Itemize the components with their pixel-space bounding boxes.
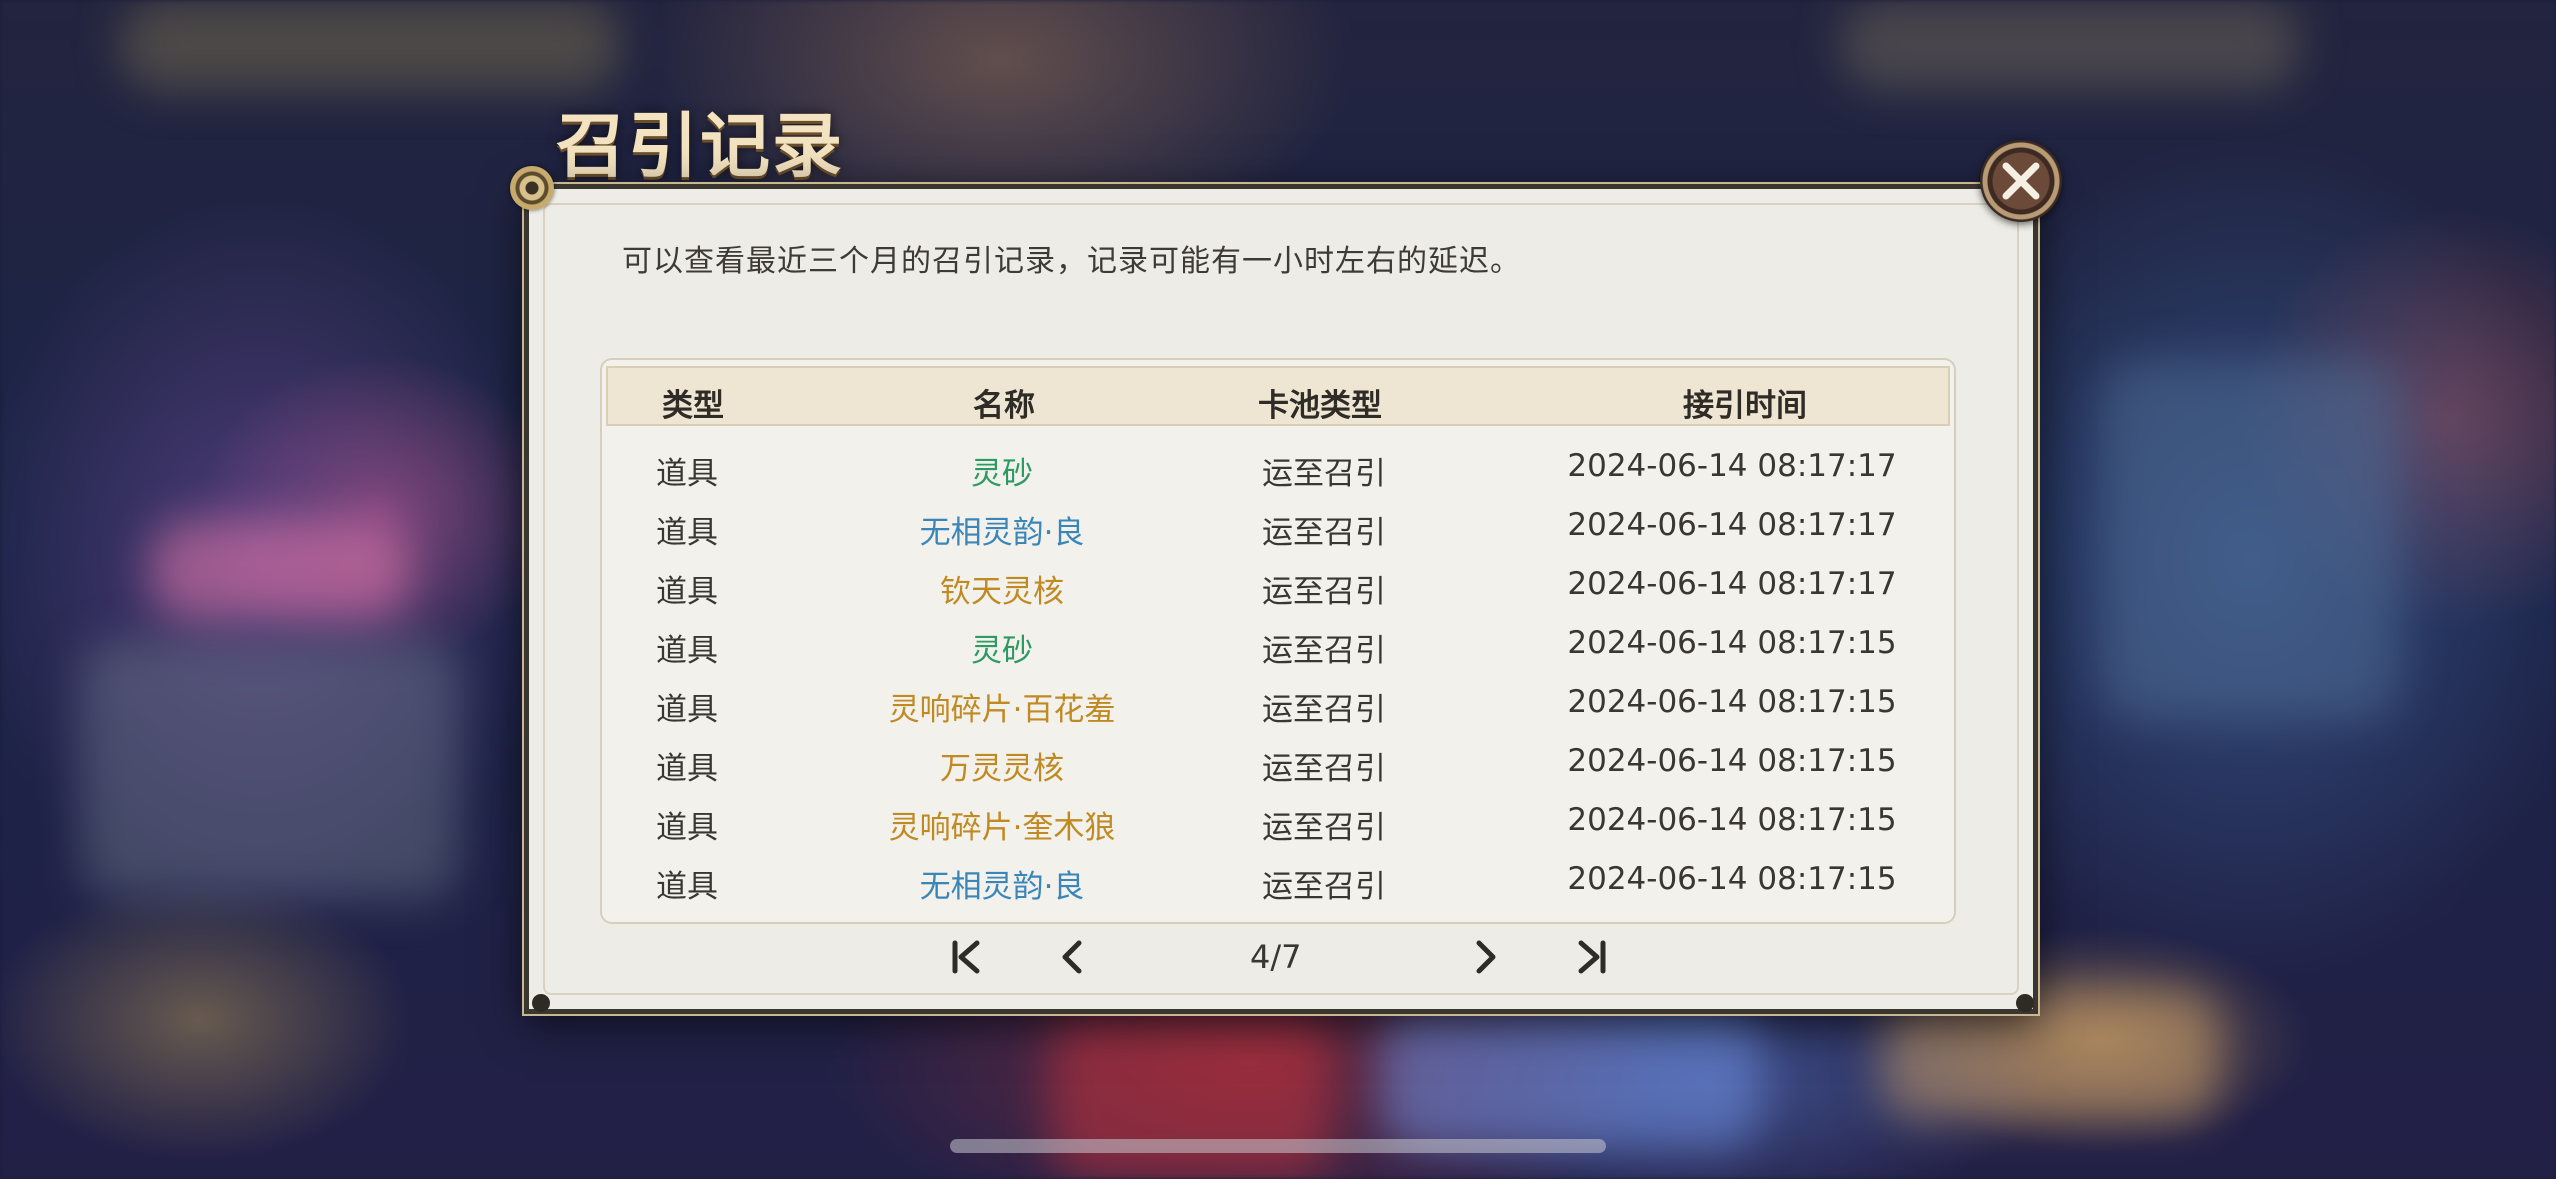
row-pool-type: 运至召引 (1262, 810, 1386, 846)
row-item-name: 无相灵韵·良 (919, 869, 1085, 905)
medallion-ornament-icon (510, 166, 554, 210)
history-hint-text: 可以查看最近三个月的召引记录，记录可能有一小时左右的延迟。 (622, 244, 1521, 279)
row-item-name: 灵砂 (971, 456, 1033, 492)
last-page-button[interactable] (1570, 932, 1614, 982)
row-item-name: 灵响碎片·百花羞 (888, 692, 1116, 728)
table-row: 道具 灵砂 运至召引 2024-06-14 08:17:15 (602, 615, 1954, 673)
row-item-name: 灵响碎片·奎木狼 (888, 810, 1116, 846)
page-indicator: 4/7 (1250, 938, 1302, 976)
row-pool-type: 运至召引 (1262, 574, 1386, 610)
header-time: 接引时间 (1683, 388, 1807, 424)
row-time: 2024-06-14 08:17:15 (1567, 861, 1897, 897)
row-type: 道具 (656, 574, 718, 610)
table-row: 道具 无相灵韵·良 运至召引 2024-06-14 08:17:17 (602, 497, 1954, 555)
row-item-name: 无相灵韵·良 (919, 515, 1085, 551)
row-type: 道具 (656, 633, 718, 669)
header-type: 类型 (662, 388, 724, 424)
row-type: 道具 (656, 869, 718, 905)
row-time: 2024-06-14 08:17:17 (1567, 448, 1897, 484)
row-pool-type: 运至召引 (1262, 633, 1386, 669)
corner-ornament-bottom-right (2016, 994, 2034, 1012)
home-indicator[interactable] (950, 1139, 1606, 1153)
first-page-icon (952, 940, 980, 974)
prev-page-button[interactable] (1050, 932, 1094, 982)
row-type: 道具 (656, 810, 718, 846)
row-time: 2024-06-14 08:17:15 (1567, 684, 1897, 720)
row-type: 道具 (656, 456, 718, 492)
last-page-icon (1578, 940, 1606, 974)
close-icon (2002, 162, 2040, 200)
row-item-name: 万灵灵核 (940, 751, 1064, 787)
table-header: 类型 名称 卡池类型 接引时间 (606, 366, 1950, 426)
row-pool-type: 运至召引 (1262, 692, 1386, 728)
row-pool-type: 运至召引 (1262, 869, 1386, 905)
table-row: 道具 灵响碎片·百花羞 运至召引 2024-06-14 08:17:15 (602, 674, 1954, 732)
close-button[interactable] (1980, 140, 2062, 222)
row-item-name: 灵砂 (971, 633, 1033, 669)
summon-record-table: 类型 名称 卡池类型 接引时间 道具 灵砂 运至召引 2024-06-14 08… (600, 358, 1956, 924)
table-row: 道具 无相灵韵·良 运至召引 2024-06-14 08:17:15 (602, 851, 1954, 909)
corner-ornament-bottom-left (532, 994, 550, 1012)
row-pool-type: 运至召引 (1262, 456, 1386, 492)
header-pool-type: 卡池类型 (1258, 388, 1382, 424)
header-name: 名称 (973, 388, 1035, 424)
table-row: 道具 钦天灵核 运至召引 2024-06-14 08:17:17 (602, 556, 1954, 614)
row-type: 道具 (656, 751, 718, 787)
row-time: 2024-06-14 08:17:15 (1567, 625, 1897, 661)
first-page-button[interactable] (944, 932, 988, 982)
table-row: 道具 灵砂 运至召引 2024-06-14 08:17:17 (602, 438, 1954, 496)
row-time: 2024-06-14 08:17:17 (1567, 507, 1897, 543)
next-page-icon (1476, 940, 1496, 974)
row-time: 2024-06-14 08:17:17 (1567, 566, 1897, 602)
prev-page-icon (1062, 940, 1082, 974)
row-pool-type: 运至召引 (1262, 751, 1386, 787)
next-page-button[interactable] (1464, 932, 1508, 982)
table-row: 道具 灵响碎片·奎木狼 运至召引 2024-06-14 08:17:15 (602, 792, 1954, 850)
row-time: 2024-06-14 08:17:15 (1567, 802, 1897, 838)
row-pool-type: 运至召引 (1262, 515, 1386, 551)
page-title: 召引记录 (556, 104, 844, 187)
row-item-name: 钦天灵核 (940, 574, 1064, 610)
row-type: 道具 (656, 692, 718, 728)
table-row: 道具 万灵灵核 运至召引 2024-06-14 08:17:15 (602, 733, 1954, 791)
row-type: 道具 (656, 515, 718, 551)
row-time: 2024-06-14 08:17:15 (1567, 743, 1897, 779)
